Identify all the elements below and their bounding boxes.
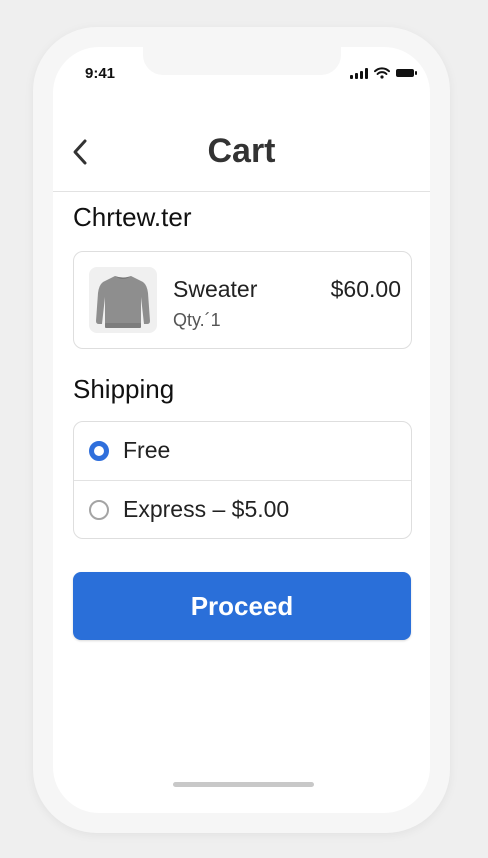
product-thumbnail bbox=[89, 267, 157, 333]
notch bbox=[143, 47, 341, 75]
shipping-heading: Shipping bbox=[73, 374, 175, 404]
navigation-bar: Cart bbox=[53, 115, 430, 192]
cart-item-card[interactable]: Sweater Qty.´1 $60.00 bbox=[73, 251, 412, 349]
shipping-options: Free Express – $5.00 bbox=[73, 421, 412, 539]
wifi-icon bbox=[374, 67, 390, 79]
radio-selected[interactable] bbox=[89, 441, 109, 461]
item-price: $60.00 bbox=[330, 276, 401, 302]
status-icons bbox=[350, 67, 417, 79]
home-indicator bbox=[173, 782, 314, 787]
signal-icon bbox=[350, 67, 368, 79]
shipping-option-express[interactable]: Express – $5.00 bbox=[74, 480, 411, 539]
page-title: Cart bbox=[207, 132, 276, 170]
cart-section-heading: Chrtew.ter bbox=[73, 202, 192, 232]
item-name: Sweater bbox=[173, 276, 258, 302]
sweater-icon bbox=[96, 276, 150, 328]
proceed-button[interactable]: Proceed bbox=[73, 572, 411, 640]
phone-screen: 9:41 Cart Chrtew.ter Sweater Qty.´1 $60.… bbox=[53, 47, 430, 813]
shipping-option-label: Free bbox=[123, 437, 171, 463]
battery-icon bbox=[396, 69, 417, 77]
radio-unselected[interactable] bbox=[89, 500, 109, 520]
item-quantity: Qty.´1 bbox=[173, 310, 221, 330]
shipping-option-label: Express – $5.00 bbox=[123, 496, 290, 522]
status-time: 9:41 bbox=[85, 65, 116, 82]
shipping-option-free[interactable]: Free bbox=[74, 422, 411, 480]
phone-frame: 9:41 Cart Chrtew.ter Sweater Qty.´1 $60.… bbox=[33, 27, 450, 833]
